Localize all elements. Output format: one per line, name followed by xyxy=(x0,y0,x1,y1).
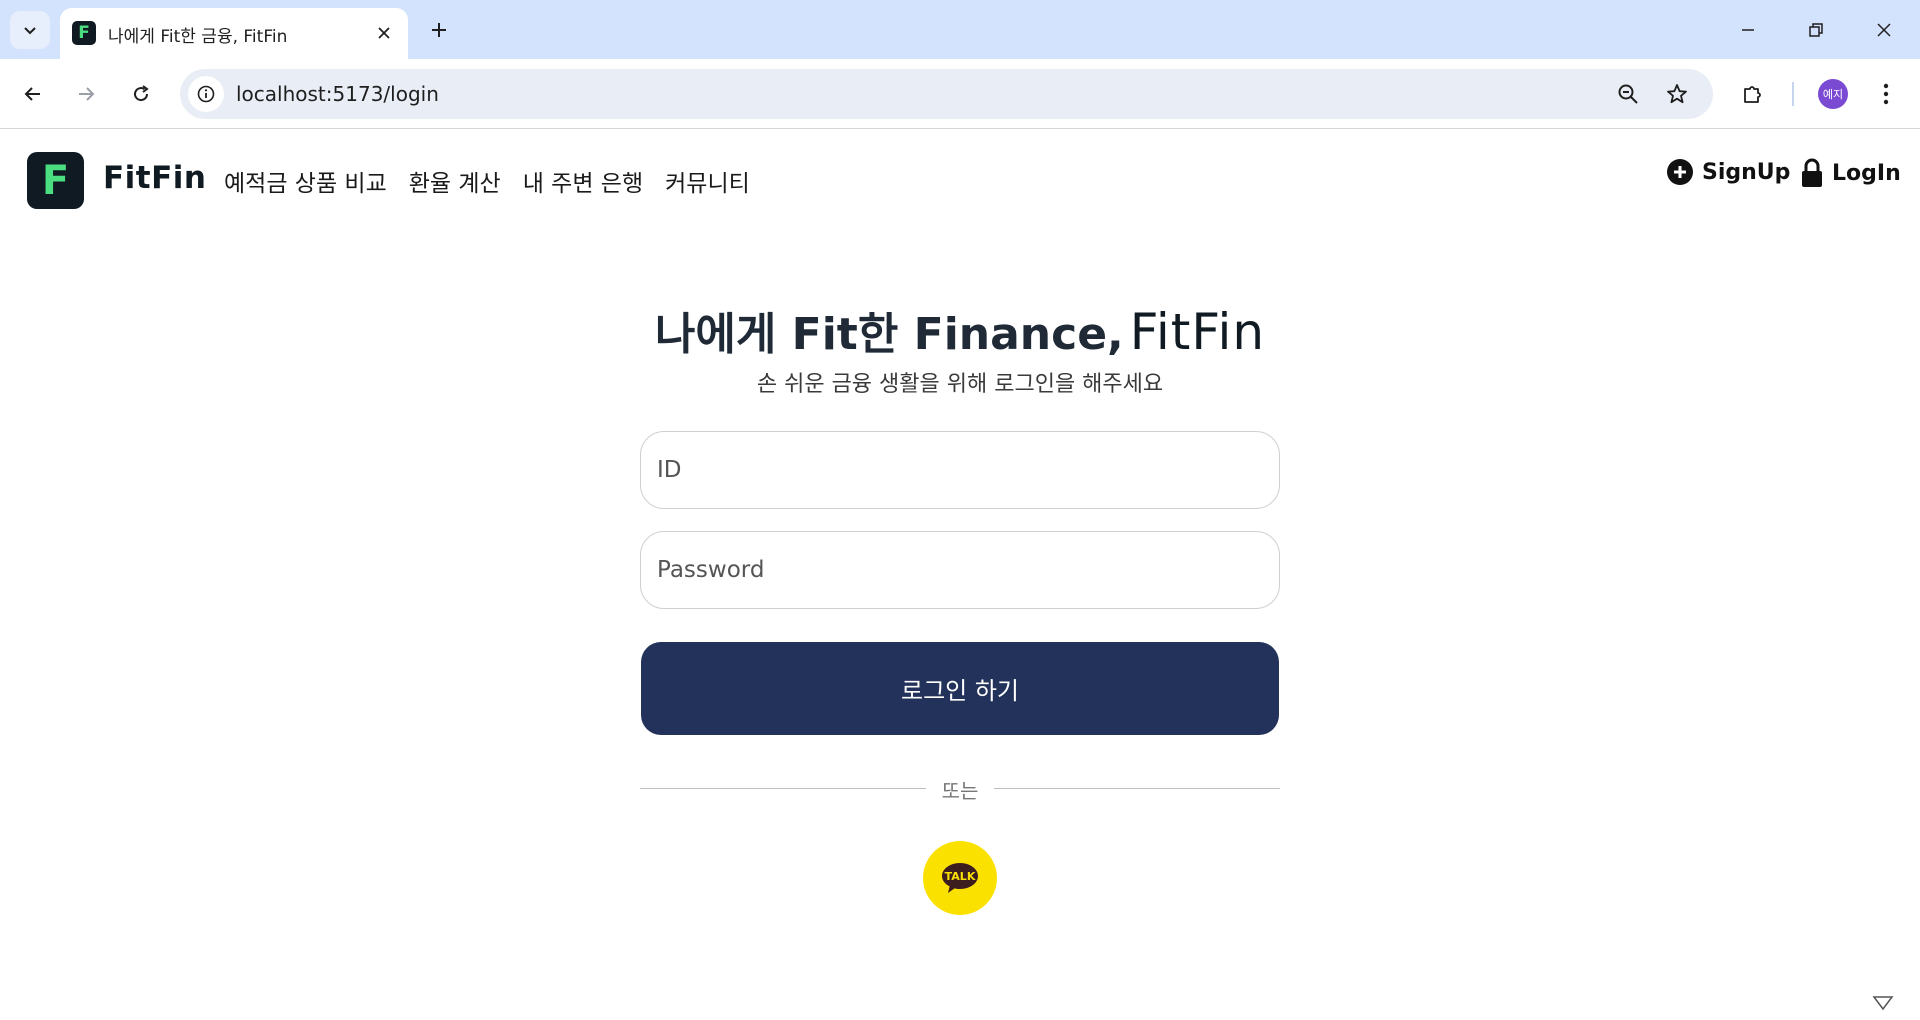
divider-line-left xyxy=(640,788,926,789)
signup-label: SignUp xyxy=(1702,159,1791,185)
logo-mark[interactable]: F xyxy=(27,152,84,209)
forward-button[interactable] xyxy=(66,74,106,114)
minimize-icon xyxy=(1742,29,1754,31)
page-subtitle: 손 쉬운 금융 생활을 위해 로그인을 해주세요 xyxy=(756,372,1164,397)
arrow-right-icon xyxy=(79,87,95,101)
bookmark-button[interactable] xyxy=(1660,77,1694,111)
restore-icon xyxy=(1809,23,1823,37)
plus-icon xyxy=(432,23,446,37)
headline-text: 나에게 Fit한 Finance, xyxy=(654,309,1124,360)
url-text[interactable]: localhost:5173/login xyxy=(236,82,439,106)
tab-close-button[interactable] xyxy=(372,21,396,45)
minimize-button[interactable] xyxy=(1728,10,1768,50)
kakao-label: TALK xyxy=(944,869,976,883)
new-tab-button[interactable] xyxy=(421,12,457,48)
nav-item-products[interactable]: 예적금 상품 비교 xyxy=(224,164,387,198)
arrow-left-icon xyxy=(24,87,40,101)
toolbar-separator xyxy=(1792,82,1794,106)
menu-button[interactable] xyxy=(1866,74,1906,114)
puzzle-icon xyxy=(1744,86,1761,103)
more-vert-icon xyxy=(1883,83,1889,105)
login-label: LogIn xyxy=(1832,160,1901,186)
site-header: F FitFin 예적금 상품 비교 환율 계산 내 주변 은행 커뮤니티 Si… xyxy=(0,130,1920,230)
site-info-button[interactable] xyxy=(188,76,224,112)
chevron-down-icon xyxy=(1872,996,1894,1011)
browser-tab-active[interactable]: F 나에게 Fit한 금융, FitFin xyxy=(60,8,408,59)
address-bar[interactable]: localhost:5173/login xyxy=(180,69,1713,119)
reload-button[interactable] xyxy=(121,74,161,114)
restore-button[interactable] xyxy=(1796,10,1836,50)
zoom-out-icon xyxy=(1618,84,1638,104)
zoom-button[interactable] xyxy=(1611,77,1645,111)
id-input[interactable] xyxy=(640,431,1280,509)
plus-circle-icon xyxy=(1667,159,1693,185)
nav-item-exchange[interactable]: 환율 계산 xyxy=(409,164,501,198)
close-icon xyxy=(378,27,390,39)
lock-icon xyxy=(1802,158,1822,187)
star-icon xyxy=(1667,84,1687,104)
scroll-down-indicator[interactable] xyxy=(1868,990,1898,1016)
back-button[interactable] xyxy=(13,74,53,114)
main-nav: 예적금 상품 비교 환율 계산 내 주변 은행 커뮤니티 xyxy=(224,164,750,198)
tab-title: 나에게 Fit한 금융, FitFin xyxy=(108,27,288,47)
close-window-button[interactable] xyxy=(1864,10,1904,50)
reload-icon xyxy=(134,85,149,102)
divider-label: 또는 xyxy=(941,779,979,803)
page-title: 나에게 Fit한 Finance, FitFin xyxy=(0,298,1920,362)
nav-item-community[interactable]: 커뮤니티 xyxy=(665,164,750,198)
browser-tabstrip: F 나에게 Fit한 금융, FitFin xyxy=(0,0,1920,59)
divider-line-right xyxy=(994,788,1280,789)
info-icon xyxy=(197,85,215,103)
logo-name[interactable]: FitFin xyxy=(103,160,207,196)
extensions-button[interactable] xyxy=(1733,74,1773,114)
headline-brand: FitFin xyxy=(1129,303,1266,361)
close-icon xyxy=(1877,23,1891,37)
login-submit-button[interactable]: 로그인 하기 xyxy=(641,642,1279,735)
tab-favicon: F xyxy=(72,21,96,45)
page: F FitFin 예적금 상품 비교 환율 계산 내 주변 은행 커뮤니티 Si… xyxy=(0,130,1920,1020)
signup-link[interactable]: SignUp xyxy=(1666,158,1790,186)
tab-search-button[interactable] xyxy=(10,11,50,49)
password-input[interactable] xyxy=(640,531,1280,609)
kakao-login-button[interactable]: TALK xyxy=(923,841,997,915)
login-link[interactable]: LogIn xyxy=(1800,158,1901,188)
profile-avatar[interactable]: 예지 xyxy=(1818,79,1848,109)
chevron-down-icon xyxy=(24,27,36,35)
browser-toolbar: localhost:5173/login 예지 xyxy=(0,59,1920,129)
nav-item-banks[interactable]: 내 주변 은행 xyxy=(523,164,643,198)
